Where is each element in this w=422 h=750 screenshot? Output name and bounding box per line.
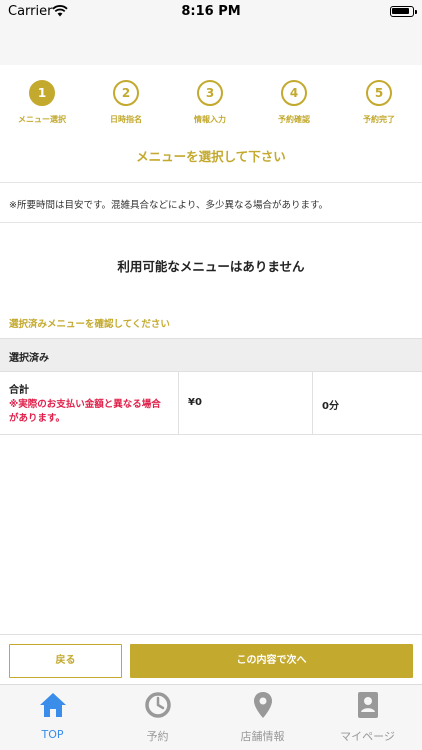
step-number: 5 <box>366 80 392 106</box>
location-pin-icon <box>253 692 272 718</box>
clock-time: 8:16 PM <box>181 4 241 19</box>
divider <box>0 222 422 223</box>
step-confirm: 4 予約確認 <box>254 80 334 125</box>
navigation-bar <box>0 24 422 65</box>
selected-header-label: 選択済み <box>9 353 49 364</box>
tab-label: TOP <box>41 728 64 741</box>
total-label: 合計 <box>9 385 29 396</box>
step-number: 2 <box>113 80 139 106</box>
tab-reservation[interactable]: 予約 <box>105 691 210 744</box>
divider <box>0 182 422 183</box>
battery-icon <box>390 6 417 17</box>
step-label: 情報入力 <box>194 115 226 124</box>
step-label: 予約確認 <box>278 115 310 124</box>
status-bar: Carrier 8:16 PM <box>0 0 422 24</box>
back-button[interactable]: 戻る <box>9 644 122 678</box>
step-number: 4 <box>281 80 307 106</box>
home-icon <box>39 693 66 717</box>
tab-label: マイページ <box>340 730 395 743</box>
empty-menu-message: 利用可能なメニューはありません <box>117 259 305 274</box>
page-heading: メニューを選択して下さい <box>136 149 286 164</box>
step-label: メニュー選択 <box>18 115 66 124</box>
tab-top[interactable]: TOP <box>0 691 105 741</box>
confirm-selected-label: 選択済みメニューを確認してください <box>9 319 170 330</box>
total-row: 合計 ※実際のお支払い金額と異なる場合があります。 ¥0 0分 <box>0 372 422 435</box>
step-datetime: 2 日時指名 <box>86 80 166 125</box>
step-number: 3 <box>197 80 223 106</box>
selected-section-header: 選択済み <box>0 338 422 372</box>
duration-note: ※所要時間は目安です。混雑具合などにより、多少異なる場合があります。 <box>9 200 328 211</box>
action-bar: 戻る この内容で次へ <box>0 634 422 684</box>
tab-label: 予約 <box>146 730 169 743</box>
tab-my-page[interactable]: マイページ <box>315 691 420 744</box>
step-complete: 5 予約完了 <box>339 80 419 125</box>
step-number: 1 <box>29 80 55 106</box>
step-label: 予約完了 <box>363 115 395 124</box>
tab-bar: TOP 予約 店舗情報 マイページ <box>0 684 422 750</box>
step-label: 日時指名 <box>110 115 142 124</box>
step-info-input: 3 情報入力 <box>170 80 250 125</box>
payment-warning: ※実際のお支払い金額と異なる場合があります。 <box>9 399 161 424</box>
tab-store-info[interactable]: 店舗情報 <box>210 691 315 744</box>
progress-steps: 1 メニュー選択 2 日時指名 3 情報入力 4 予約確認 5 予約完了 <box>0 80 422 130</box>
step-menu-select: 1 メニュー選択 <box>2 80 82 125</box>
profile-card-icon <box>357 692 378 718</box>
total-price: ¥0 <box>179 372 313 434</box>
total-label-cell: 合計 ※実際のお支払い金額と異なる場合があります。 <box>0 372 179 434</box>
tab-label: 店舗情報 <box>240 730 285 743</box>
total-duration: 0分 <box>322 401 339 412</box>
clock-icon <box>144 692 171 718</box>
next-button[interactable]: この内容で次へ <box>130 644 413 678</box>
